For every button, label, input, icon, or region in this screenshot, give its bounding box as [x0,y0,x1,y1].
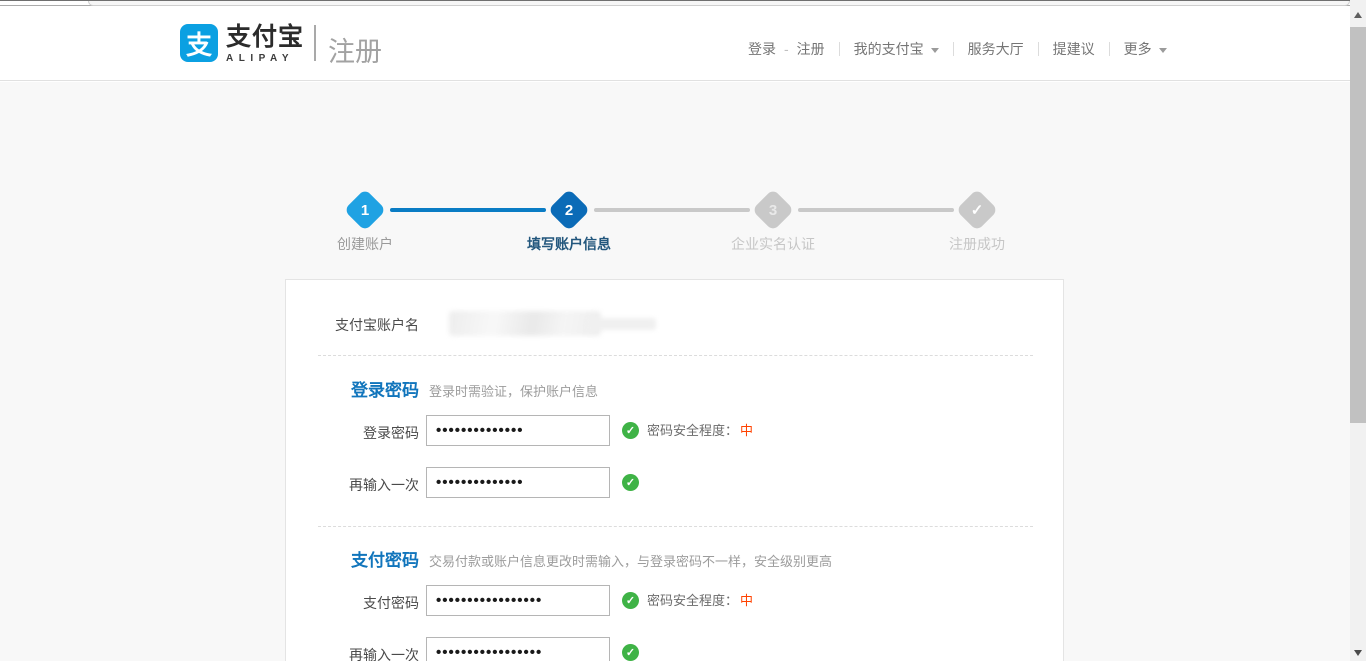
scrollbar-down-button[interactable] [1350,644,1366,661]
alipay-logo-icon: 支 [180,24,218,62]
nav-dash: - [784,41,789,57]
login-password-input[interactable]: •••••••••••••• [426,415,610,446]
browser-chrome-remnant [0,0,1366,6]
chevron-down-icon [931,48,939,53]
nav-my-alipay-link[interactable]: 我的支付宝 [854,39,939,59]
alipay-logo-glyph: 支 [186,25,212,62]
login-password-section-desc: 登录时需验证，保护账户信息 [429,378,598,406]
pay-password-row: 支付密码 ••••••••••••••••• ✓ 密码安全程度：中 [286,585,1065,617]
step-label-enterprise-verification: 企业实名认证 [693,234,853,254]
valid-check-icon: ✓ [622,474,639,491]
step-connector-3 [798,208,954,212]
pay-password-confirm-label: 再输入一次 [286,645,419,661]
step-indicator-4: ✓ [956,189,998,231]
pay-password-section-desc: 交易付款或账户信息更改时需输入，与登录密码不一样，安全级别更高 [429,548,832,576]
site-header: 支 支付宝 ALIPAY 注册 登录 - 注册 我的支付宝 服务大厅 提建议 更… [0,7,1366,81]
step-indicator-1: 1 [344,189,386,231]
nav-divider [1109,42,1110,56]
scrollbar-up-icon [1354,12,1362,18]
nav-service-hall-link[interactable]: 服务大厅 [968,39,1024,59]
section-divider [318,526,1033,527]
pay-password-confirm-input[interactable]: ••••••••••••••••• [426,637,610,661]
chevron-down-icon [1159,48,1167,53]
nav-login-link[interactable]: 登录 [748,39,776,59]
section-divider [318,355,1033,356]
nav-divider [953,42,954,56]
nav-suggestion-link[interactable]: 提建议 [1053,39,1095,59]
step-label-register-success: 注册成功 [897,234,1057,254]
pay-password-section-header: 支付密码 交易付款或账户信息更改时需输入，与登录密码不一样，安全级别更高 [286,548,1065,574]
alipay-logo[interactable]: 支 支付宝 ALIPAY 注册 [180,24,382,64]
nav-more-link[interactable]: 更多 [1124,39,1167,59]
password-strength: 密码安全程度：中 [647,415,753,447]
login-password-section-title: 登录密码 [286,378,419,404]
page-title: 注册 [328,30,382,69]
page-background: 1 2 3 ✓ 创建账户 填写账户信息 企业实名认证 注册成功 支付宝账户名 登… [0,82,1366,661]
browser-tab-remnant [88,1,1350,6]
login-password-label: 登录密码 [286,423,419,443]
pay-password-label: 支付密码 [286,593,419,613]
nav-divider [1038,42,1039,56]
step-connector-1 [390,208,546,212]
registration-form-card: 支付宝账户名 登录密码 登录时需验证，保护账户信息 登录密码 •••••••••… [285,279,1064,661]
valid-check-icon: ✓ [622,422,639,439]
brand-text: 支付宝 ALIPAY [226,24,304,64]
valid-check-icon: ✓ [622,644,639,661]
login-password-confirm-row: 再输入一次 •••••••••••••• ✓ [286,467,1065,499]
account-name-value-redacted [449,311,601,336]
login-password-row: 登录密码 •••••••••••••• ✓ 密码安全程度：中 [286,415,1065,447]
login-password-confirm-label: 再输入一次 [286,475,419,495]
account-name-row: 支付宝账户名 [286,310,1065,338]
valid-check-icon: ✓ [622,592,639,609]
step-label-create-account: 创建账户 [285,234,445,254]
step-connector-2 [594,208,750,212]
scrollbar-down-icon [1354,650,1362,656]
login-password-confirm-input[interactable]: •••••••••••••• [426,467,610,498]
logo-divider [314,25,316,61]
brand-name-cn: 支付宝 [226,25,304,50]
pay-password-confirm-row: 再输入一次 ••••••••••••••••• ✓ [286,637,1065,661]
password-strength: 密码安全程度：中 [647,585,753,617]
step-indicator-3: 3 [752,189,794,231]
step-label-fill-account-info: 填写账户信息 [489,234,649,254]
vertical-scrollbar[interactable] [1350,0,1366,661]
step-indicator-2: 2 [548,189,590,231]
strength-value: 中 [740,593,753,608]
account-name-value-redacted [586,318,656,330]
scrollbar-up-button[interactable] [1350,6,1366,24]
strength-value: 中 [740,423,753,438]
alipay-registration-page: 支 支付宝 ALIPAY 注册 登录 - 注册 我的支付宝 服务大厅 提建议 更… [0,0,1366,661]
scrollbar-thumb[interactable] [1350,27,1366,423]
nav-register-link[interactable]: 注册 [797,39,825,59]
nav-divider [839,42,840,56]
pay-password-section-title: 支付密码 [286,548,419,574]
brand-name-en: ALIPAY [226,53,304,64]
pay-password-input[interactable]: ••••••••••••••••• [426,585,610,616]
login-password-section-header: 登录密码 登录时需验证，保护账户信息 [286,378,1065,404]
account-name-label: 支付宝账户名 [286,315,419,335]
header-nav: 登录 - 注册 我的支付宝 服务大厅 提建议 更多 [748,39,1167,59]
